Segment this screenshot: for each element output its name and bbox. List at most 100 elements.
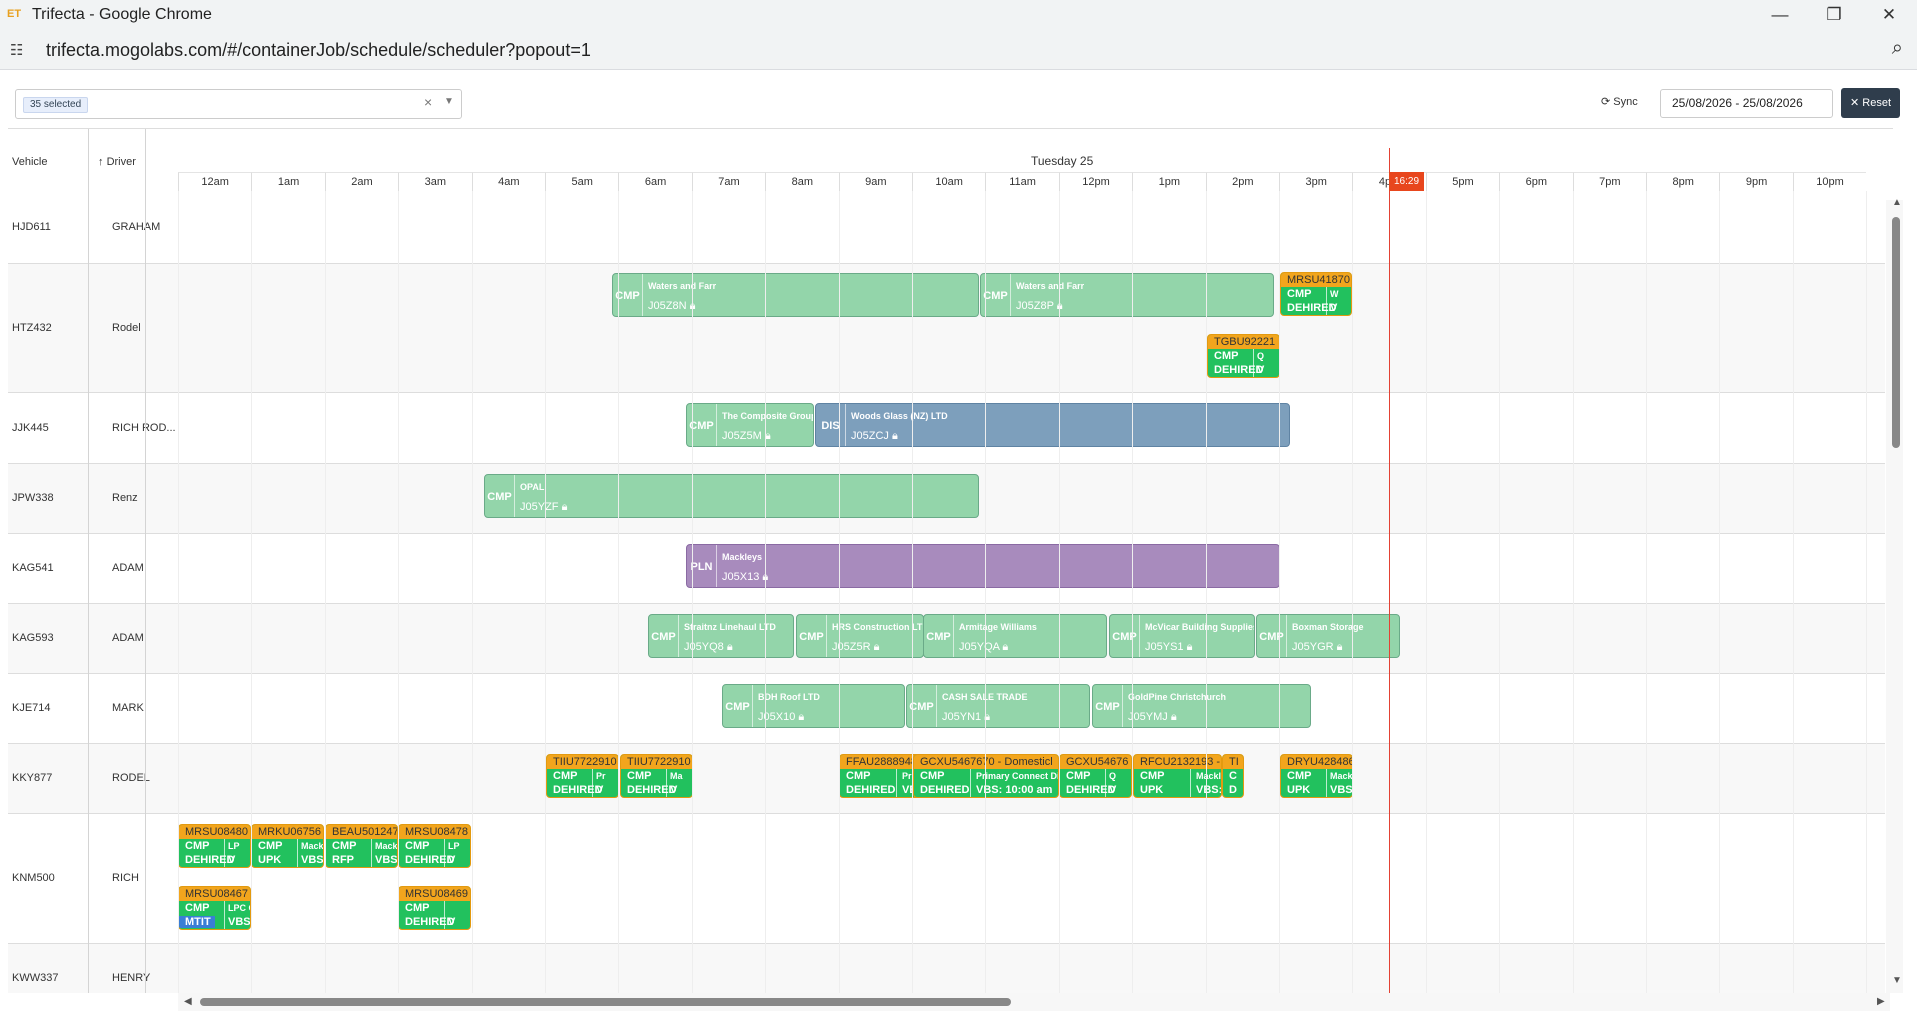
job-number: J05Z8P 🔒︎: [1016, 300, 1063, 313]
zoom-icon[interactable]: ⌕: [1892, 37, 1903, 60]
container-vbs: VBS: 1: [301, 854, 324, 866]
container-status: CMP: [1140, 770, 1165, 782]
job-block[interactable]: CMPWaters and FarrJ05Z8P 🔒︎: [980, 273, 1274, 317]
driver-cell: MARK: [112, 702, 144, 714]
driver-cell: RICH ROD...: [112, 421, 176, 434]
hour-gridline: [1719, 191, 1721, 993]
scroll-right-icon[interactable]: ▶: [1877, 996, 1885, 1007]
container-vbs: V: [670, 784, 678, 796]
driver-cell: ADAM: [112, 562, 144, 574]
horizontal-scroll-thumb[interactable]: [200, 998, 1011, 1006]
vehicle-cell: HTZ432: [12, 321, 52, 334]
container-block[interactable]: TI C D: [1222, 754, 1244, 798]
current-time-badge: 16:29: [1389, 172, 1424, 191]
container-state: UPK: [1140, 784, 1164, 796]
column-divider: [88, 129, 89, 993]
job-block[interactable]: CMP BDH Roof LTD J05X10 🔒︎: [722, 684, 905, 728]
container-divider: [371, 839, 372, 867]
container-block[interactable]: BEAU501247CMP RFP Mackley VBS: 2: [325, 824, 398, 868]
chevron-down-icon[interactable]: ▼: [444, 96, 454, 107]
hour-gridline: [1866, 191, 1868, 993]
hour-gridline: [1279, 191, 1280, 993]
vertical-scrollbar[interactable]: [1886, 200, 1903, 993]
scroll-left-icon[interactable]: ◀: [184, 996, 192, 1007]
container-divider: [592, 769, 593, 797]
container-status: C: [1229, 770, 1237, 782]
job-block[interactable]: CMP HRS Construction LTD J05Z5R 🔒︎: [796, 614, 924, 658]
job-customer: BDH Roof LTD: [758, 692, 820, 702]
container-vbs: V: [448, 854, 456, 866]
hour-cell: 7am: [691, 172, 766, 191]
column-header-driver[interactable]: ↑ Driver: [98, 156, 136, 168]
job-number: J05YN1 🔒︎: [942, 711, 991, 723]
container-id: MRKU06756: [252, 825, 323, 839]
container-block[interactable]: GCXU54676 CMP DEHIRED Q V: [1059, 754, 1132, 798]
job-block[interactable]: DIS Woods Glass (NZ) LTD J05ZCJ 🔒︎: [815, 403, 1290, 447]
selection-chip: 35 selected: [23, 97, 89, 113]
container-customer: LP: [448, 841, 460, 851]
hour-gridline: [838, 191, 840, 993]
container-block[interactable]: TIIU7722910 CMP DEHIRED Pr V: [546, 754, 619, 798]
container-divider: [1105, 769, 1106, 797]
container-block[interactable]: MRSU08480 CMP DEHIRED LP V: [178, 824, 251, 868]
hour-gridline: [1058, 191, 1060, 993]
tune-icon[interactable]: ☷: [10, 41, 23, 59]
hour-gridline: [1205, 191, 1207, 993]
job-customer: Waters and Farr: [1016, 281, 1085, 291]
close-button[interactable]: ✕: [1866, 2, 1912, 28]
job-block[interactable]: CMP OPAL J05YZF 🔒︎: [484, 474, 979, 518]
hour-cell: 11am: [985, 172, 1059, 191]
container-block[interactable]: DRYU428486CMP UPK Mackley VBS: 3: [1280, 754, 1353, 798]
horizontal-scrollbar[interactable]: [178, 993, 1890, 1011]
job-block[interactable]: CMPWaters and FarrJ05Z8N 🔒︎: [612, 273, 979, 317]
job-customer: Woods Glass (NZ) LTD: [851, 411, 948, 421]
job-status: CMP: [924, 615, 954, 657]
job-customer: McVicar Building Supplies: [1145, 622, 1255, 632]
column-header-driver-label: Driver: [106, 156, 136, 168]
container-block[interactable]: TGBU92221 CMP DEHIRED Q V: [1207, 334, 1280, 378]
container-block[interactable]: MRSU08469 CMP DEHIRED V: [398, 886, 471, 930]
url-text[interactable]: trifecta.mogolabs.com/#/containerJob/sch…: [46, 40, 591, 61]
container-block[interactable]: MRKU06756CMP UPK Mackley VBS: 1: [251, 824, 324, 868]
column-header-vehicle[interactable]: Vehicle: [12, 156, 47, 168]
restore-button[interactable]: ❐: [1811, 2, 1857, 28]
schedule-row[interactable]: HJD611 GRAHAM: [8, 192, 1885, 264]
job-block[interactable]: CMP Boxman Storage J05YGR 🔒︎: [1256, 614, 1400, 658]
container-status: CMP: [1287, 770, 1312, 782]
job-block[interactable]: CMP Armitage Williams J05YQA 🔒︎: [923, 614, 1107, 658]
vehicle-cell: KKY877: [12, 772, 53, 784]
job-status: CMP: [1257, 615, 1287, 657]
clear-selection-icon[interactable]: ×: [424, 94, 432, 110]
container-block[interactable]: MRSU41870 CMP DEHIRED W V: [1280, 272, 1352, 316]
job-number: J05X13 🔒︎: [722, 571, 768, 584]
container-block[interactable]: TIIU7722910 CMP DEHIRED Ma V: [620, 754, 693, 798]
job-block[interactable]: CMP CASH SALE TRADE J05YN1 🔒︎: [906, 684, 1090, 728]
job-block[interactable]: CMP Straitnz Linehaul LTD J05YQ8 🔒︎: [648, 614, 794, 658]
container-state: RFP: [332, 854, 354, 866]
container-vbs: V: [448, 916, 456, 928]
hour-gridline: [1572, 191, 1574, 993]
sync-button[interactable]: ⟳ Sync: [1601, 95, 1638, 108]
reset-button[interactable]: ✕ Reset: [1841, 88, 1900, 118]
job-block[interactable]: CMP McVicar Building Supplies J05YS1 🔒︎: [1109, 614, 1255, 658]
scroll-up-icon[interactable]: ▲: [1892, 197, 1902, 208]
job-block[interactable]: PLNMackleysJ05X13 🔒︎: [686, 544, 1280, 588]
vehicle-cell: KAG593: [12, 632, 54, 644]
vertical-scroll-thumb[interactable]: [1892, 217, 1900, 448]
date-range-input[interactable]: 25/08/2026 - 25/08/2026: [1660, 89, 1833, 118]
hour-gridline: [912, 191, 913, 993]
container-divider: [444, 839, 445, 867]
job-block[interactable]: CMP The Composite Group J05Z5M 🔒︎: [686, 403, 814, 447]
container-block[interactable]: MRSU08467CMP MTIT LPC City VBS:: [178, 886, 251, 930]
container-block[interactable]: MRSU08478 CMP DEHIRED LP V: [398, 824, 471, 868]
scroll-down-icon[interactable]: ▼: [1892, 975, 1902, 986]
schedule-row[interactable]: KWW337 HENRY: [8, 944, 1885, 993]
container-state: DEHIRED: [846, 784, 896, 796]
vehicle-multiselect[interactable]: 35 selected × ▼: [15, 89, 462, 119]
vehicle-cell: KJE714: [12, 702, 51, 714]
container-block[interactable]: RFCU2132193 -CMP UPK Mackley Carr VBS: 1:00: [1133, 754, 1222, 798]
minimize-button[interactable]: —: [1757, 2, 1803, 28]
window-titlebar: ET Trifecta - Google Chrome — ❐ ✕: [0, 0, 1917, 30]
container-state: UPK: [258, 854, 282, 866]
lock-icon: 🔒︎: [873, 641, 880, 653]
